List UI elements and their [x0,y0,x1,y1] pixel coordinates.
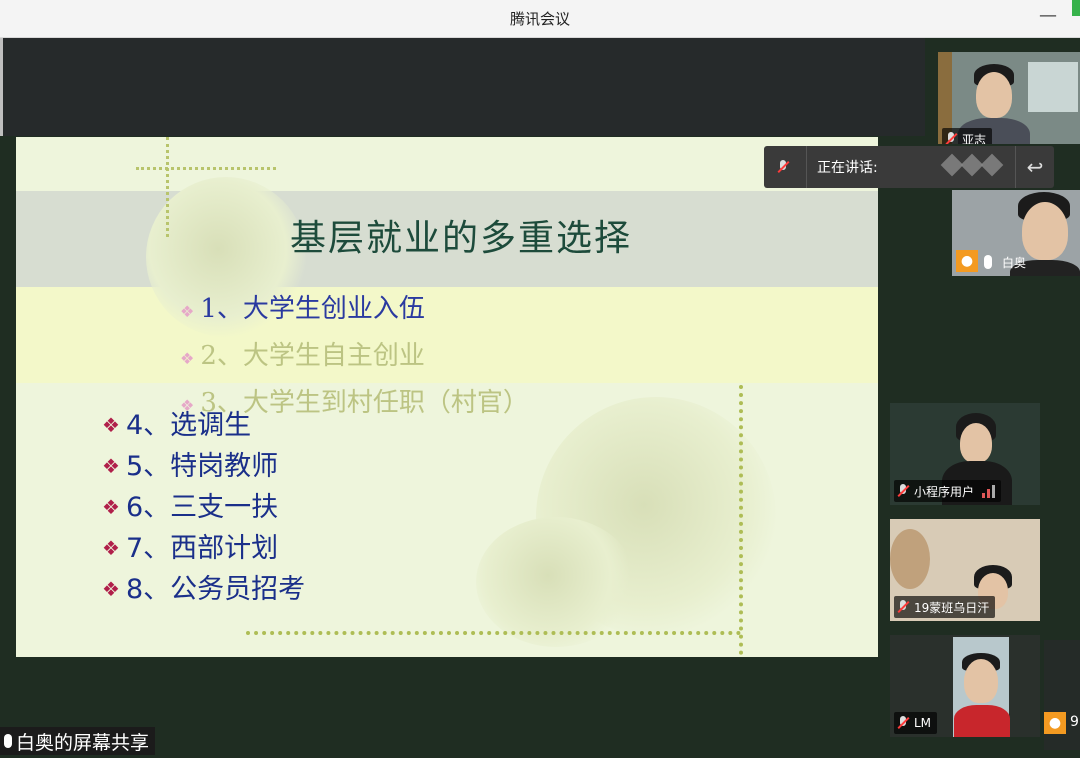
participant-caption: 亚志 [942,128,993,144]
participant-caption: 19蒙班乌日汗 [894,596,996,618]
list-item: ❖ 7、西部计划 [102,528,305,569]
list-item: ❖ 8、公务员招考 [102,569,305,610]
participant-tile-6[interactable]: ● 9 [1044,640,1080,750]
video-strip [0,38,925,136]
faint-list-item: ❖ 1、大学生创业入伍 [180,294,425,324]
list-item: ❖ 5、特岗教师 [102,446,305,487]
muted-microphone-icon [776,160,790,174]
list-item: ❖ 4、选调生 [102,405,305,446]
speaking-indicator: 正在讲话: ↩ [764,146,1054,188]
signal-bars-icon [982,484,996,498]
list-item-text: 4、选调生 [126,410,252,441]
list-item-text: 7、西部计划 [126,533,279,564]
avatar-icon: ● [1044,712,1066,734]
participant-face [960,423,992,463]
decorative-vine [136,167,276,178]
muted-microphone-icon [896,600,910,614]
bullet-icon: ❖ [102,536,120,560]
bullet-icon: ❖ [180,302,195,321]
slide-title: 基层就业的多重选择 [290,218,633,259]
bullet-icon: ❖ [180,349,195,368]
participant-tile-2[interactable]: ● 白奥 [952,190,1080,276]
shared-screen-slide: 基层就业的多重选择 ❖ 1、大学生创业入伍 ❖ 2、大学生自主创业 ❖ 3、大学生到村… [16,137,878,657]
window-titlebar: 腾讯会议 — [0,0,1080,38]
blurred-shape [890,529,930,589]
list-item-text: 6、三支一扶 [126,492,279,523]
bullet-icon: ❖ [102,577,120,601]
bullet-icon: ❖ [102,413,120,437]
decorative-vine [246,631,741,641]
avatar-icon: ● [956,250,978,272]
participant-tile-3[interactable]: 小程序用户 [890,403,1040,505]
list-item: ❖ 6、三支一扶 [102,487,305,528]
faint-list-item: ❖ 2、大学生自主创业 [180,341,425,371]
decorative-vine [166,137,175,237]
decorative-blossom [476,517,636,647]
slide-list: ❖ 4、选调生 ❖ 5、特岗教师 ❖ 6、三支一扶 ❖ 7、西部计划 ❖ 8、公务员招考 [102,405,305,610]
screen-share-label: 白奥的屏幕共享 [0,727,156,755]
muted-microphone-icon [896,484,910,498]
list-item-text: 5、特岗教师 [126,451,279,482]
speaker-avatars-blurred [940,153,1004,177]
participant-caption: 白奥 [982,251,1032,273]
muted-microphone-icon [944,132,958,144]
participant-tile-1[interactable]: 亚志 [938,52,1080,144]
status-indicator [1072,0,1080,16]
participant-face [976,72,1012,118]
participant-tile-5[interactable]: LM [890,635,1040,737]
bullet-icon: ❖ [102,495,120,519]
participant-body [954,705,1010,737]
window-title: 腾讯会议 [509,10,570,28]
participant-tile-4[interactable]: 19蒙班乌日汗 [890,519,1040,621]
microphone-icon [984,255,992,269]
list-item-text: 8、公务员招考 [126,574,306,605]
minimize-button[interactable]: — [1038,7,1058,28]
participant-caption: 小程序用户 [894,480,1002,502]
speaking-label: 正在讲话: [817,160,878,176]
bullet-icon: ❖ [102,454,120,478]
participant-caption: LM [894,712,938,734]
return-icon[interactable]: ↩ [1015,146,1054,188]
window-light [1028,62,1078,112]
speaker-icon-box [764,146,807,188]
muted-microphone-icon [896,716,910,730]
participant-face [964,659,998,703]
microphone-icon [4,734,12,748]
screen-share-text: 白奥的屏幕共享 [16,731,150,754]
participant-caption: 9 [1070,714,1079,730]
